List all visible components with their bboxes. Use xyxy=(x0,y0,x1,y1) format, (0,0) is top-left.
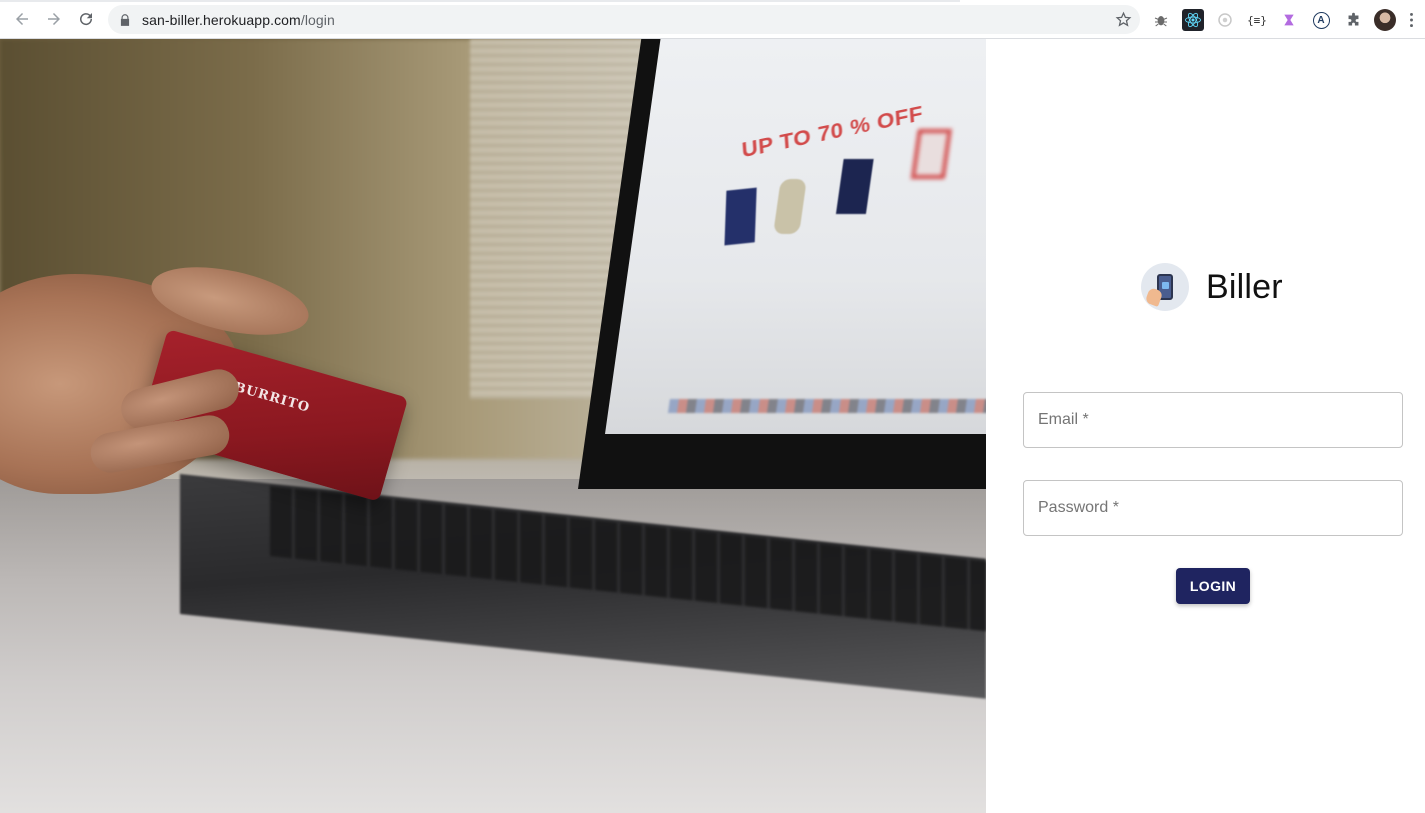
bug-icon[interactable] xyxy=(1150,9,1172,31)
arrow-left-icon xyxy=(16,13,28,25)
address-bar[interactable]: san-biller.herokuapp.com/login xyxy=(108,5,1140,34)
biller-logo-icon xyxy=(1141,263,1189,311)
hero-image: UP TO 70 % OFF BURRITO xyxy=(0,39,986,813)
a-circle-icon[interactable]: A xyxy=(1310,9,1332,31)
brand-header: Biller xyxy=(1141,263,1283,311)
url-host: san-biller.herokuapp.com xyxy=(142,11,301,28)
password-input[interactable] xyxy=(1038,481,1402,535)
lock-icon xyxy=(118,13,132,27)
arrow-right-icon xyxy=(48,13,60,25)
more-menu-icon[interactable] xyxy=(1406,9,1416,31)
email-input[interactable] xyxy=(1038,393,1402,447)
email-field[interactable] xyxy=(1023,392,1403,448)
product-thumb xyxy=(724,187,757,246)
browser-toolbar: san-biller.herokuapp.com/login {≡} A xyxy=(0,0,1425,39)
back-button[interactable] xyxy=(6,3,38,35)
circle-dev-icon[interactable] xyxy=(1214,9,1236,31)
product-thumb xyxy=(835,159,874,214)
forward-button[interactable] xyxy=(38,3,70,35)
extensions-bar: {≡} A xyxy=(1150,8,1416,32)
url-path: /login xyxy=(300,11,335,28)
reload-button[interactable] xyxy=(70,3,102,35)
laptop-dock xyxy=(667,399,986,413)
puzzle-icon[interactable] xyxy=(1342,9,1364,31)
login-button[interactable]: LOGIN xyxy=(1176,568,1250,604)
reload-icon xyxy=(80,13,93,26)
product-thumb xyxy=(773,179,807,234)
promo-banner: UP TO 70 % OFF xyxy=(740,100,924,163)
profile-avatar[interactable] xyxy=(1374,9,1396,31)
gem-icon[interactable] xyxy=(1278,9,1300,31)
login-panel: Biller LOGIN xyxy=(986,39,1425,813)
react-icon[interactable] xyxy=(1182,9,1204,31)
product-thumb xyxy=(910,129,952,179)
tab-strip-edge xyxy=(0,0,960,2)
card-brand-text: BURRITO xyxy=(232,379,312,416)
password-field[interactable] xyxy=(1023,480,1403,536)
url-text: san-biller.herokuapp.com/login xyxy=(142,12,335,28)
json-viewer-icon[interactable]: {≡} xyxy=(1246,9,1268,31)
bookmark-star-icon[interactable] xyxy=(1115,11,1132,28)
a-circle-label: A xyxy=(1312,11,1330,29)
app-name: Biller xyxy=(1206,267,1283,306)
laptop-screen: UP TO 70 % OFF xyxy=(605,39,986,434)
